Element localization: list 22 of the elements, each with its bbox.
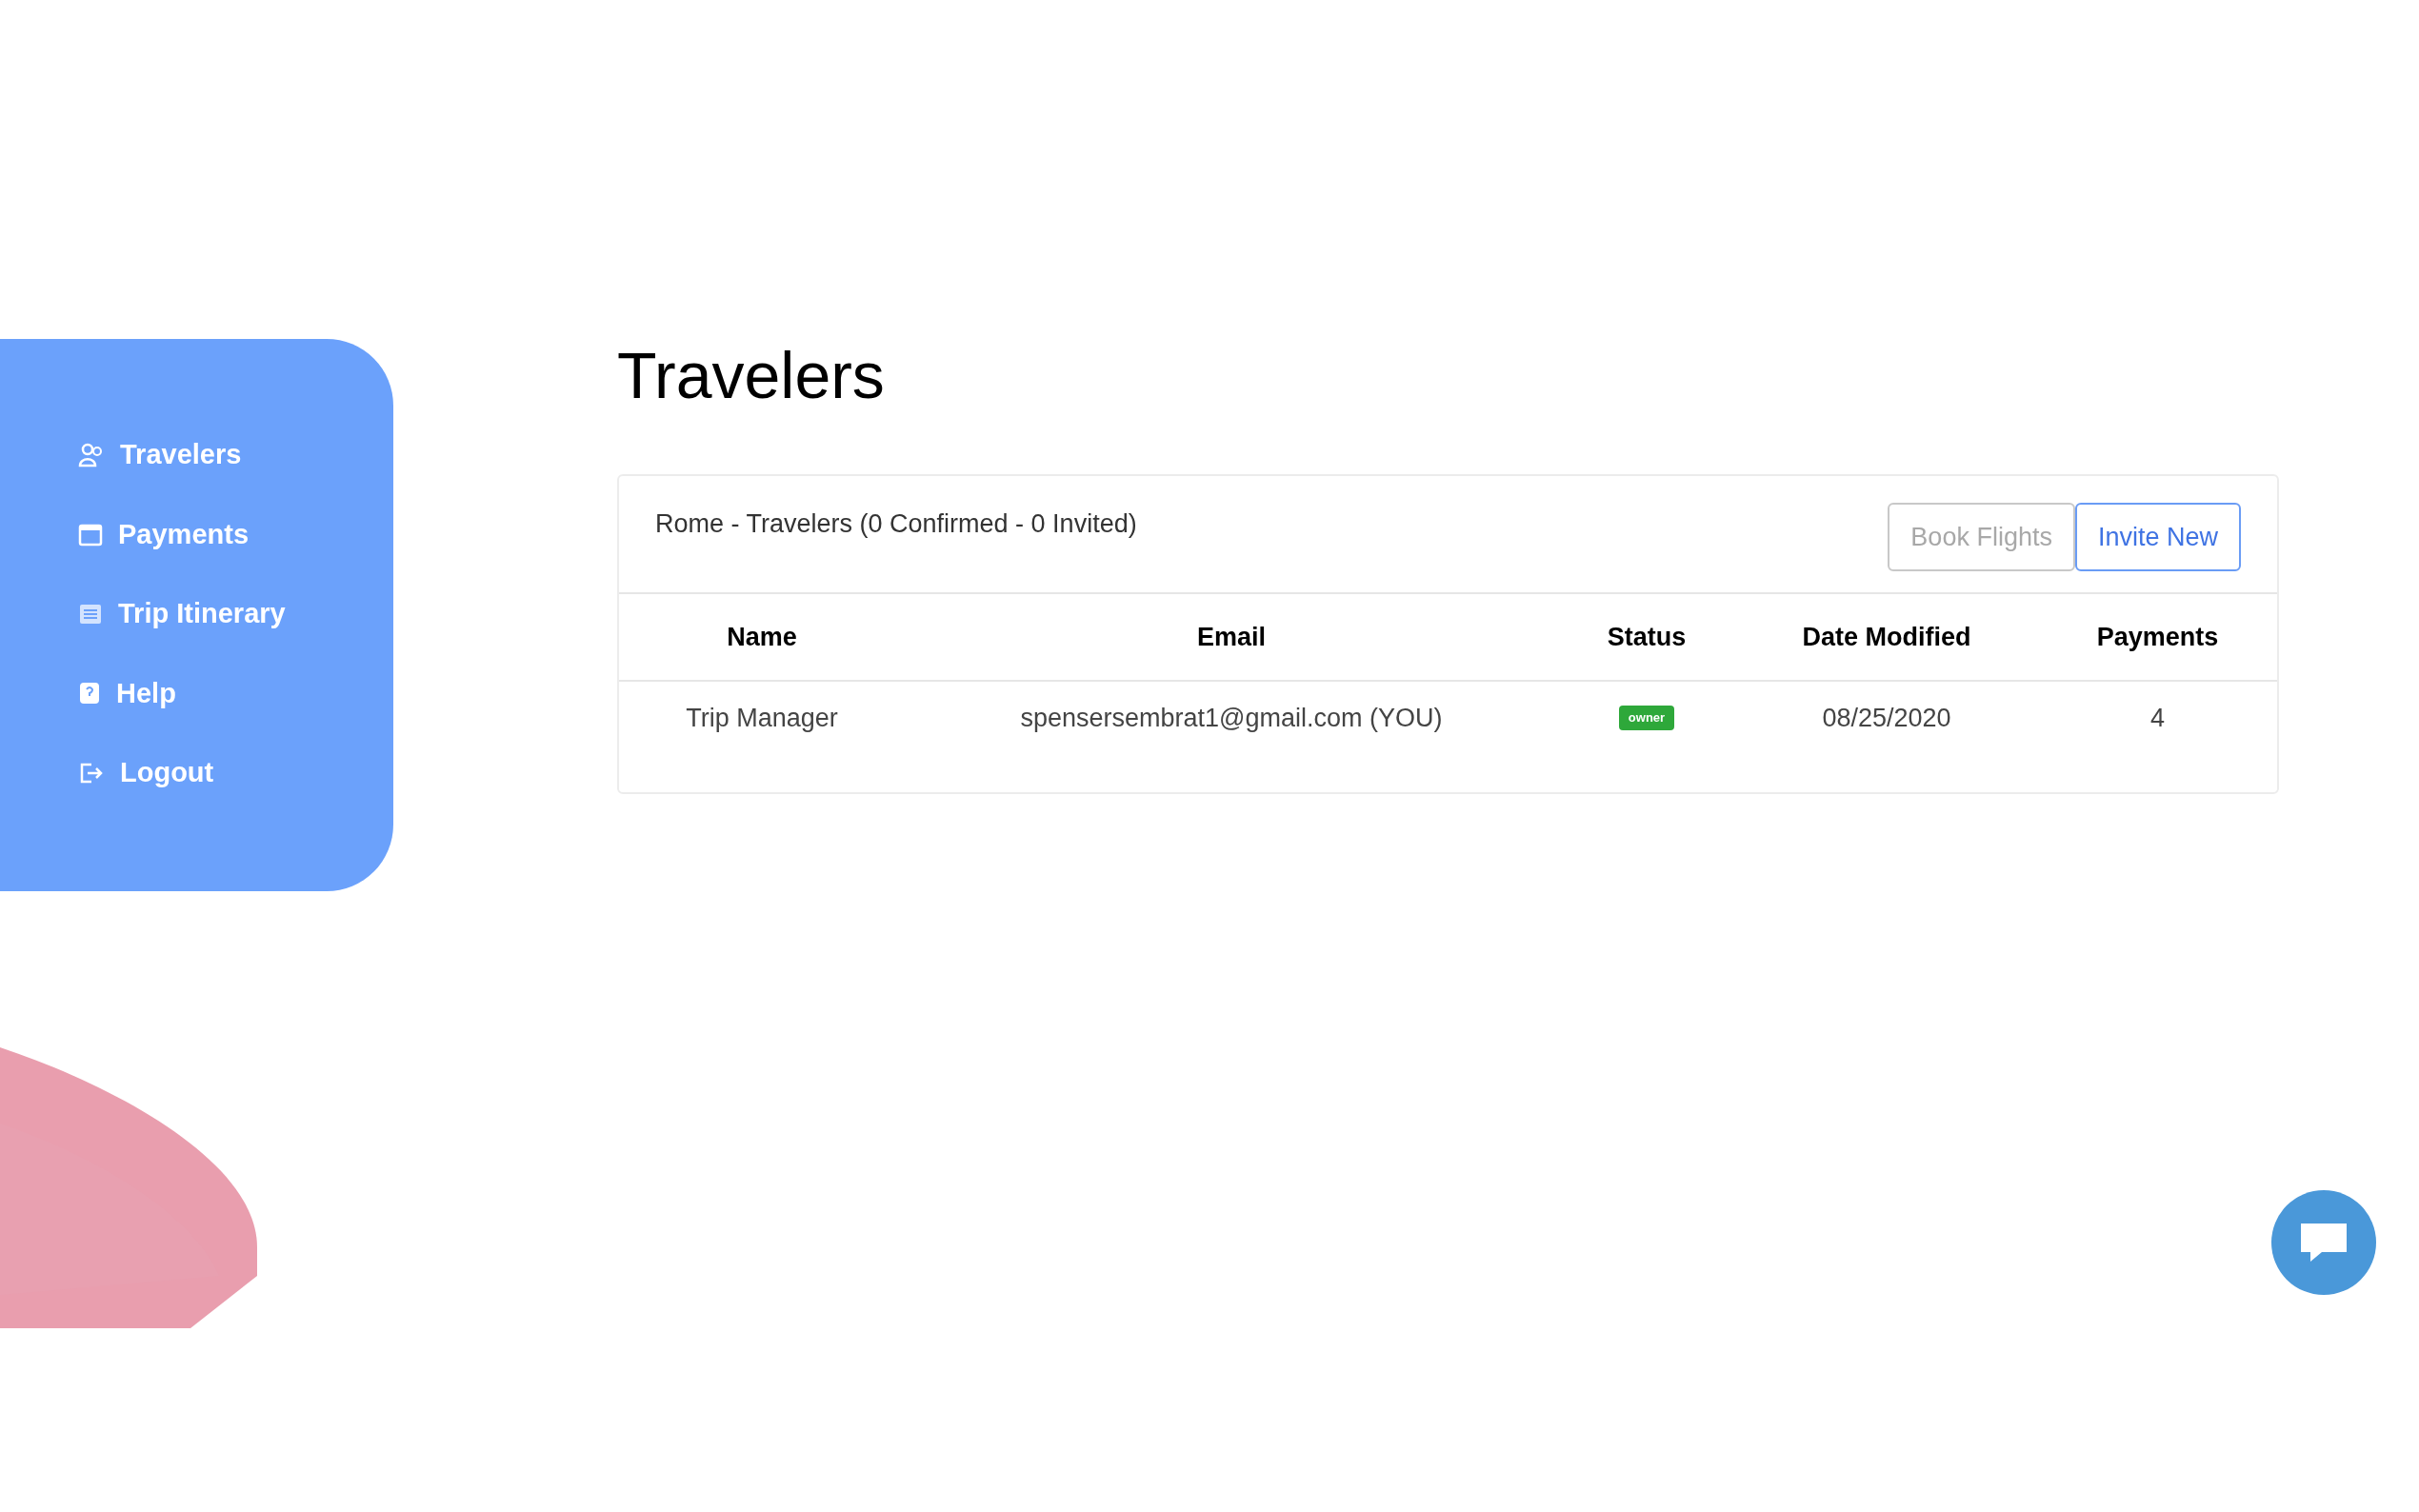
invite-button[interactable]: Invite New	[2074, 503, 2241, 571]
calendar-icon	[78, 522, 103, 547]
table-cell-text: Trip Manager	[686, 702, 838, 734]
column-header: Email	[1196, 621, 1266, 653]
column-header: Name	[727, 621, 797, 653]
table-cell-text: 4	[2150, 702, 2165, 734]
column-header: Payments	[2096, 621, 2219, 653]
column-header: Status	[1607, 621, 1687, 653]
page-title: Travelers	[617, 343, 885, 408]
table-cell-text: 08/25/2020	[1822, 702, 1951, 734]
sidebar-item[interactable]: Travelers	[78, 434, 242, 476]
table-cell-text: spensersembrat1@gmail.com (YOU)	[1020, 702, 1443, 734]
sidebar-item[interactable]: Trip Itinerary	[78, 593, 286, 635]
card-heading: Rome - Travelers (0 Confirmed - 0 Invited)	[655, 508, 1137, 540]
book-flights-button[interactable]: Book Flights	[1888, 503, 2075, 571]
status-badge: owner	[1618, 706, 1675, 730]
help-icon	[78, 681, 101, 706]
sidebar-item[interactable]: Payments	[78, 513, 249, 555]
users-icon	[78, 442, 105, 468]
sidebar-item[interactable]: Help	[78, 672, 176, 714]
sidebar-item[interactable]: Logout	[78, 752, 214, 794]
column-header: Date Modified	[1802, 621, 1971, 653]
